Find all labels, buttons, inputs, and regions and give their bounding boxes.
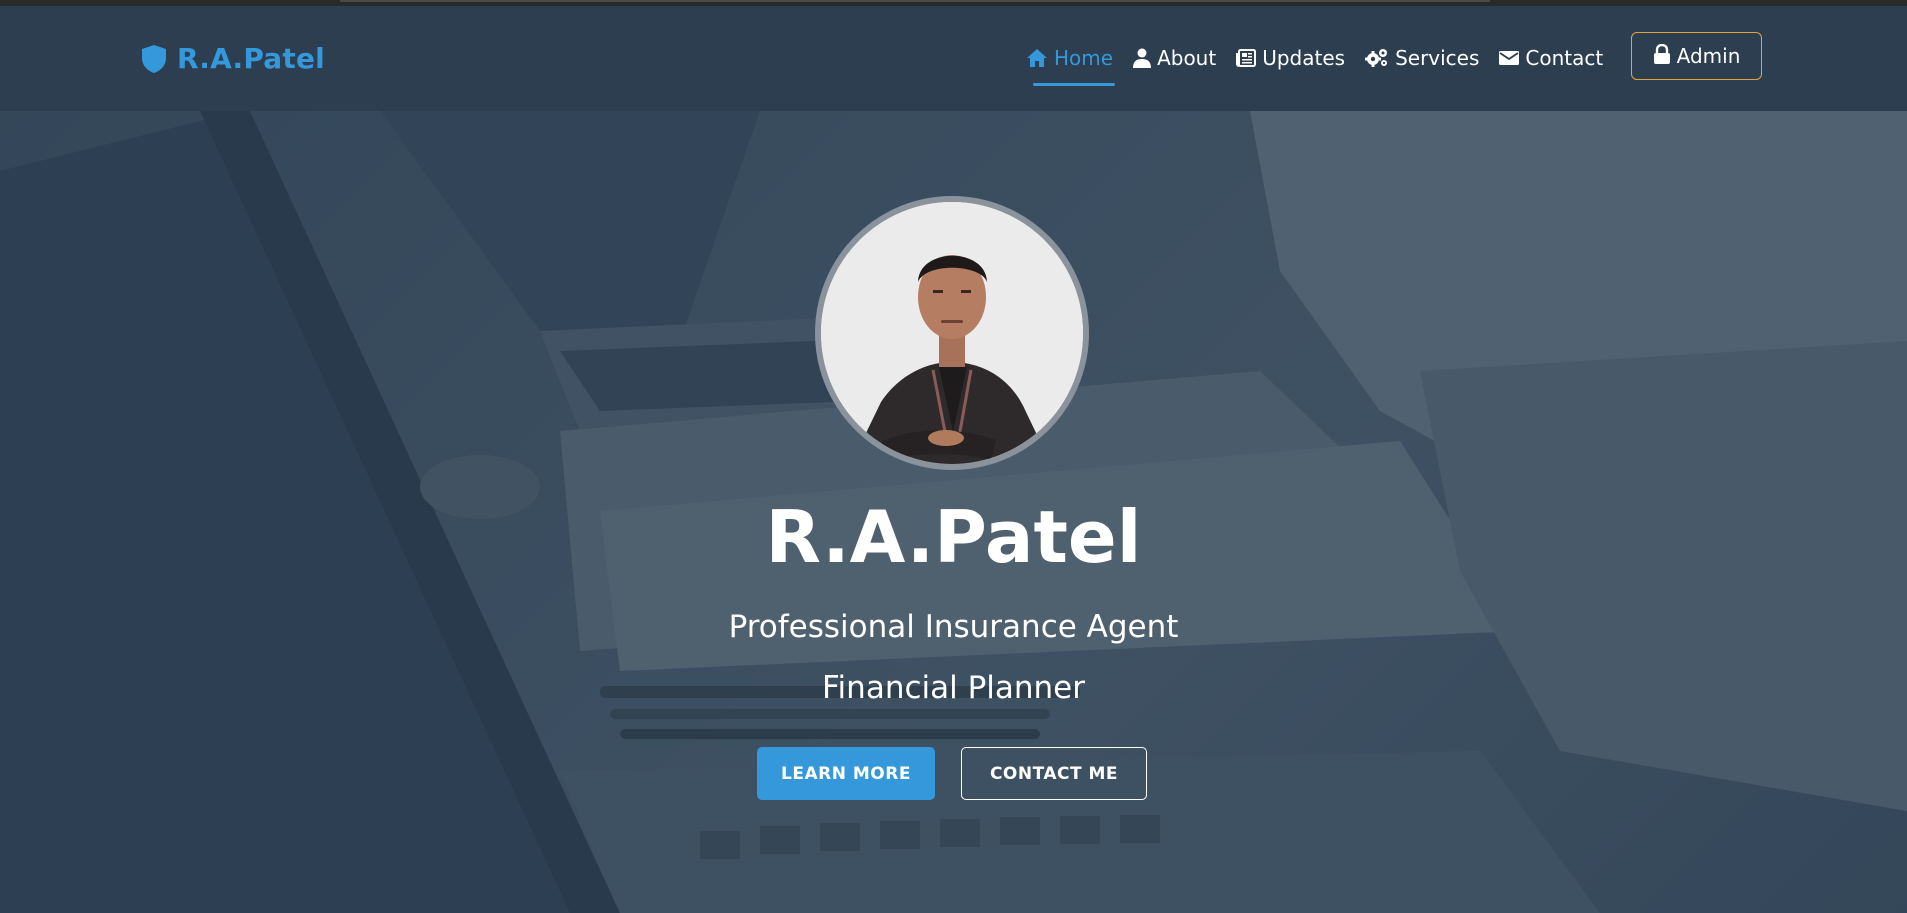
gears-icon bbox=[1365, 48, 1389, 68]
nav-item-services-label: Services bbox=[1395, 46, 1480, 70]
nav-item-contact-label: Contact bbox=[1525, 46, 1604, 70]
hero-subtitle-role: Professional Insurance Agent bbox=[728, 609, 1179, 645]
envelope-icon bbox=[1499, 50, 1520, 66]
nav-links: Home About Updates Services Contact bbox=[1026, 46, 1623, 86]
newspaper-icon bbox=[1236, 49, 1257, 67]
nav-item-home-label: Home bbox=[1054, 46, 1114, 70]
browser-top-strip-line bbox=[340, 0, 1490, 2]
learn-more-button[interactable]: LEARN MORE bbox=[757, 747, 935, 800]
nav-item-about[interactable]: About bbox=[1133, 46, 1216, 70]
nav-item-contact[interactable]: Contact bbox=[1499, 46, 1603, 70]
lock-icon bbox=[1653, 43, 1671, 69]
contact-me-button[interactable]: CONTACT ME bbox=[961, 747, 1147, 800]
hero-name: R.A.Patel bbox=[765, 495, 1142, 579]
nav-item-home[interactable]: Home bbox=[1026, 46, 1116, 86]
shield-icon bbox=[141, 44, 167, 74]
home-icon bbox=[1026, 48, 1048, 68]
hero-subtitle-planner: Financial Planner bbox=[821, 670, 1085, 706]
nav-item-updates-label: Updates bbox=[1262, 46, 1346, 70]
brand-logo[interactable]: R.A.Patel bbox=[141, 42, 325, 75]
profile-photo bbox=[821, 202, 1083, 464]
navbar: R.A.Patel Home About Updates Services Co… bbox=[0, 6, 1907, 111]
avatar bbox=[815, 196, 1089, 470]
brand-name: R.A.Patel bbox=[177, 42, 325, 75]
user-icon bbox=[1133, 48, 1152, 68]
nav-item-updates[interactable]: Updates bbox=[1236, 46, 1345, 70]
admin-button-label: Admin bbox=[1676, 44, 1741, 68]
nav-item-services[interactable]: Services bbox=[1365, 46, 1479, 70]
admin-button[interactable]: Admin bbox=[1631, 32, 1762, 80]
nav-item-about-label: About bbox=[1157, 46, 1217, 70]
hero-section: R.A.Patel Professional Insurance Agent F… bbox=[0, 111, 1907, 913]
